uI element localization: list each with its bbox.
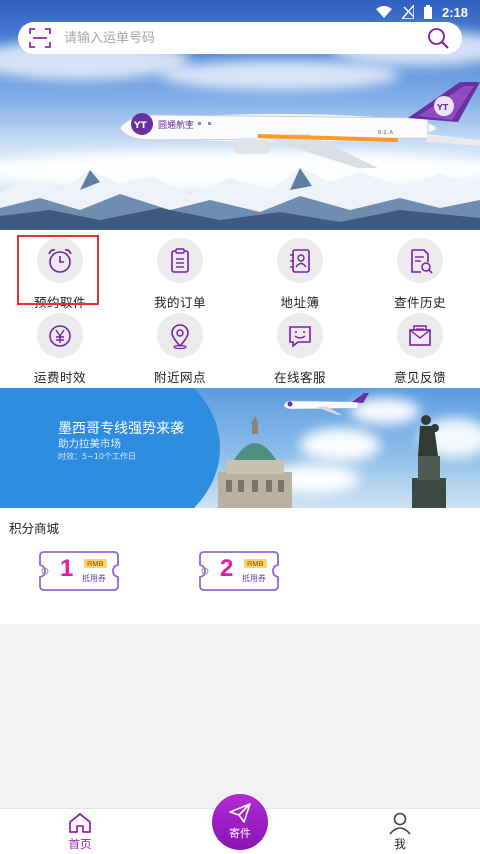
banner-subtitle: 助力拉美市场: [58, 438, 121, 450]
nav-home-label: 首页: [68, 837, 92, 851]
svg-text:YT: YT: [436, 103, 449, 112]
cloud: [300, 428, 380, 462]
coupon-label: 抵用券: [82, 574, 106, 583]
banner-title: 墨西哥专线强势来袭: [58, 421, 184, 437]
send-label: 寄件: [229, 827, 251, 840]
home-icon: [69, 813, 91, 833]
banner-time-note: 时效：5~10个工作日: [58, 452, 136, 461]
hero-banner: YT 圆通航空 YT B-2..A 2:18: [0, 0, 480, 230]
service-label: 在线客服: [273, 370, 326, 385]
search-input[interactable]: [64, 30, 426, 46]
tail-number: B-2..A: [378, 130, 394, 136]
coupon-label: 抵用券: [242, 574, 266, 583]
search-bar[interactable]: [18, 22, 462, 54]
location-pin-icon: [157, 313, 203, 358]
no-signal-icon: [401, 5, 414, 19]
highlight-box: [17, 235, 99, 305]
document-search-icon: [397, 238, 443, 283]
user-icon: [389, 812, 411, 835]
cargo-plane: YT 圆通航空 YT B-2..A: [119, 82, 480, 168]
coupon-ticket-shape: [39, 551, 119, 591]
service-tracking-history[interactable]: 查件历史: [360, 233, 480, 311]
paper-plane-icon: [229, 803, 251, 823]
clipboard-icon: [157, 238, 203, 283]
service-address-book[interactable]: 地址簿: [240, 233, 360, 311]
coupon-1[interactable]: 1 RMB 抵用券: [38, 550, 120, 592]
yen-coin-icon: [37, 313, 83, 358]
nav-home[interactable]: 首页: [50, 811, 110, 852]
service-label: 意见反馈: [393, 370, 446, 385]
battery-icon: [423, 5, 432, 19]
search-icon[interactable]: [426, 26, 450, 50]
service-label: 运费时效: [33, 370, 86, 385]
promo-banner[interactable]: 墨西哥专线强势来袭 助力拉美市场 时效：5~10个工作日: [0, 388, 480, 508]
basilica-illustration: [218, 416, 292, 508]
service-nearby-outlets[interactable]: 附近网点: [120, 308, 240, 386]
service-label: 附近网点: [153, 370, 206, 385]
statue-illustration: [412, 415, 446, 508]
chat-smile-icon: [277, 313, 323, 358]
service-grid: 预约取件 我的订单 地址簿 查件历史 运费时效 附近网点 在线客服 意见反馈: [0, 230, 480, 388]
mail-icon: [397, 313, 443, 358]
points-mall: 积分商城 1 RMB 抵用券 2 RMB 抵用券: [0, 508, 480, 624]
service-shipping-rates[interactable]: 运费时效: [0, 308, 120, 386]
mall-title: 积分商城: [9, 521, 60, 536]
banner-plane: [283, 393, 369, 415]
coupon-2[interactable]: 2 RMB 抵用券: [198, 550, 280, 592]
nav-me[interactable]: 我: [370, 811, 430, 852]
send-parcel-button[interactable]: 寄件: [212, 794, 268, 850]
address-book-icon: [277, 238, 323, 283]
scan-icon[interactable]: [28, 26, 52, 50]
coupon-currency: RMB: [244, 559, 267, 568]
coupon-amount: 1: [60, 555, 74, 582]
service-online-support[interactable]: 在线客服: [240, 308, 360, 386]
nav-me-label: 我: [394, 837, 406, 851]
wifi-icon: [375, 6, 392, 18]
service-my-orders[interactable]: 我的订单: [120, 233, 240, 311]
service-feedback[interactable]: 意见反馈: [360, 308, 480, 386]
status-time: 2:18: [441, 4, 468, 20]
coupon-amount: 2: [220, 555, 234, 582]
coupon-ticket-shape: [199, 551, 279, 591]
status-bar: 2:18: [0, 0, 480, 24]
svg-text:YT: YT: [133, 121, 148, 131]
coupon-currency: RMB: [84, 559, 107, 568]
